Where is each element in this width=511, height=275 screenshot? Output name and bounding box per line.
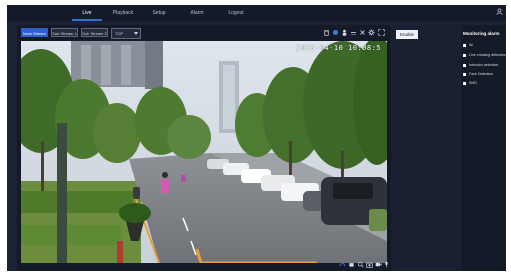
chevron-down-icon [134,32,138,35]
checkbox[interactable] [463,72,466,76]
tab-setup[interactable]: Setup [148,8,170,19]
protocol-select-value: TCP [115,31,123,36]
alarm-option-label: Intrusion detection [469,63,499,67]
alarm-option-intrusion[interactable]: Intrusion detection [463,62,498,68]
checkbox[interactable] [463,63,466,67]
live-toolbar: Main Stream Sub Stream 1 Sub Stream 2 TC… [17,25,391,41]
record-icon[interactable] [332,29,339,36]
ptz-icon[interactable] [359,29,366,36]
main-stream-button[interactable]: Main Stream [21,28,48,37]
snapshot-icon[interactable] [366,261,373,268]
alarm-option-line-crossing[interactable]: Line crossing detection [463,52,506,58]
enable-button[interactable]: Enable [396,30,418,39]
top-navigation: Live Playback Setup Alarm Logout [7,5,506,21]
live-view-panel: Main Stream Sub Stream 1 Sub Stream 2 TC… [17,25,391,271]
tab-playback[interactable]: Playback [108,8,138,19]
monitoring-alarm-panel: Monitoring alarm All Line crossing detec… [461,25,506,271]
monitoring-alarm-title: Monitoring alarm [463,31,500,36]
checkbox[interactable] [463,43,466,47]
tab-logout[interactable]: Logout [224,8,248,19]
right-panel: Enable Monitoring alarm All Line crossin… [391,25,506,271]
microphone-icon[interactable] [383,261,390,268]
alarm-option-smd[interactable]: SMD [463,80,477,86]
view-mode-icon[interactable] [339,261,346,268]
alarm-option-face-detection[interactable]: Face Detection [463,71,493,77]
camera-video-feed[interactable]: 2023-04-10 10:08:5 [21,41,387,263]
app-window: Live Playback Setup Alarm Logout Main St… [7,5,506,271]
sub-stream-2-button[interactable]: Sub Stream 2 [81,28,108,37]
speaker-icon[interactable] [348,261,355,268]
street-scene-image [21,41,387,263]
alarm-option-label: SMD [469,81,477,85]
alarm-option-label: Face Detection [469,72,494,76]
settings-icon[interactable] [368,29,375,36]
sub-stream-1-button[interactable]: Sub Stream 1 [51,28,78,37]
zoom-icon[interactable] [357,261,364,268]
user-icon[interactable] [496,8,503,15]
video-record-icon[interactable] [375,261,382,268]
alarm-option-label: Line crossing detection [469,53,506,57]
checkbox[interactable] [463,53,466,57]
protocol-select[interactable]: TCP [111,28,141,39]
alarm-option-all[interactable]: All [463,42,473,48]
fullscreen-icon[interactable] [378,29,385,36]
alarm-option-label: All [469,43,473,47]
person-icon[interactable] [341,29,348,36]
tab-live[interactable]: Live [72,8,102,21]
timestamp-overlay: 2023-04-10 10:08:5 [296,44,381,52]
zoom-out-icon[interactable] [350,29,357,36]
tab-alarm[interactable]: Alarm [187,8,207,19]
checkbox[interactable] [463,81,466,85]
live-bottom-toolbar [17,261,391,269]
delete-icon[interactable] [323,29,330,36]
